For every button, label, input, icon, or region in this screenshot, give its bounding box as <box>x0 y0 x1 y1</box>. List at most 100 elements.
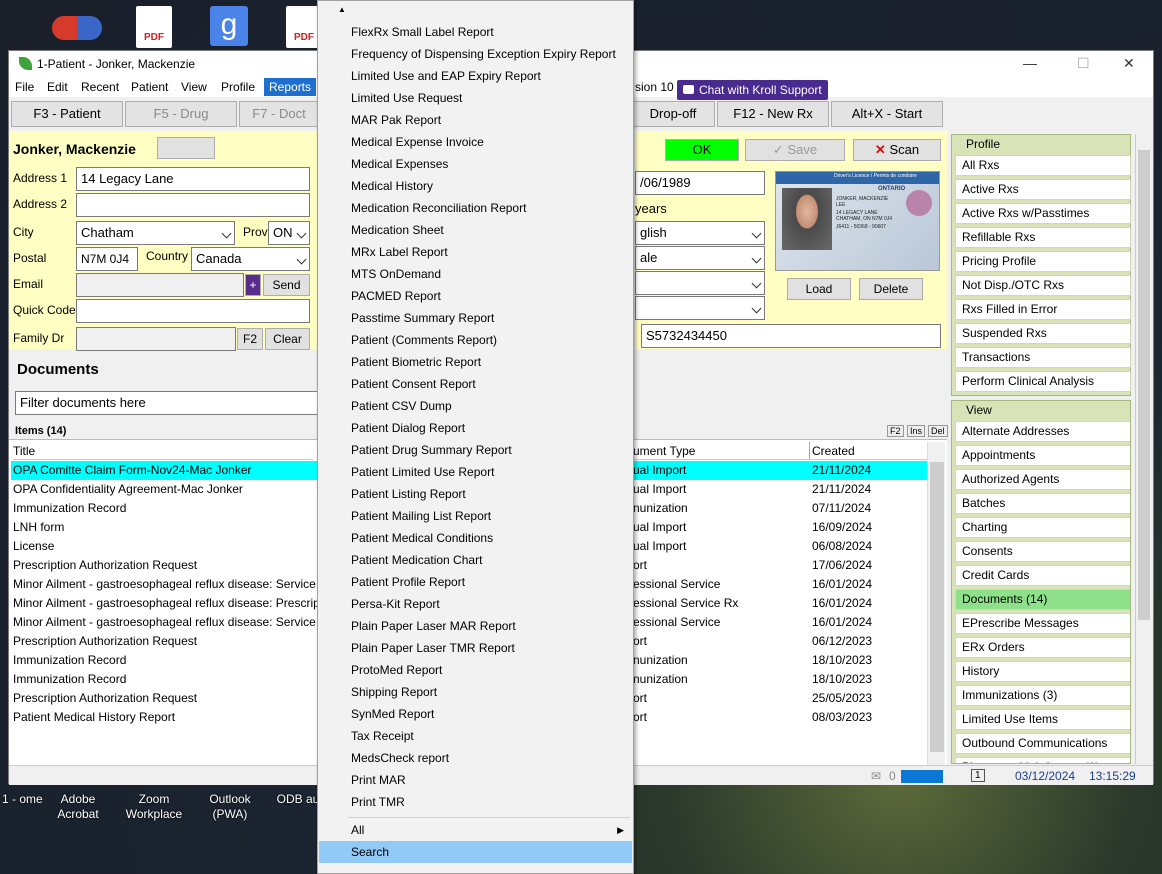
save-button[interactable]: ✓ Save <box>745 139 845 161</box>
delete-button[interactable]: Delete <box>859 278 923 300</box>
health-card-field[interactable]: S5732434450 <box>641 324 941 348</box>
menu-view[interactable]: View <box>181 80 207 94</box>
menu-item-report[interactable]: Patient CSV Dump <box>319 395 632 417</box>
profile-panel-item[interactable]: Active Rxs <box>955 179 1131 200</box>
column-created[interactable]: Created <box>809 442 927 460</box>
menu-item-report[interactable]: Print TMR <box>319 791 632 813</box>
load-button[interactable]: Load <box>787 278 851 300</box>
menu-scroll-up-icon[interactable]: ▲ <box>338 5 346 14</box>
desktop-icon-adobe-acrobat[interactable]: Adobe Acrobat <box>46 792 110 822</box>
address2-field[interactable] <box>76 193 310 217</box>
right-panel-scrollbar[interactable] <box>1135 134 1151 764</box>
profile-panel-item[interactable]: Transactions <box>955 347 1131 368</box>
profile-panel-item[interactable]: Pricing Profile <box>955 251 1131 272</box>
view-panel-item[interactable]: Alternate Addresses <box>955 421 1130 442</box>
view-panel-item[interactable]: ERx Orders <box>955 637 1130 658</box>
menu-item-report[interactable]: Patient Limited Use Report <box>319 461 632 483</box>
ok-button[interactable]: OK <box>665 139 739 161</box>
menu-item-all[interactable]: All ▶ <box>319 819 632 841</box>
filter-documents-input[interactable]: Filter documents here <box>15 391 319 415</box>
menu-item-report[interactable]: Patient Medication Chart <box>319 549 632 571</box>
field-select-3[interactable] <box>635 271 765 295</box>
menu-item-report[interactable]: Medical Expense Invoice <box>319 131 632 153</box>
mini-del-button[interactable]: Del <box>928 425 948 437</box>
menu-item-report[interactable]: MRx Label Report <box>319 241 632 263</box>
profile-panel-item[interactable]: Active Rxs w/Passtimes <box>955 203 1131 224</box>
prov-select[interactable]: ON <box>268 221 310 245</box>
menu-item-report[interactable]: Frequency of Dispensing Exception Expiry… <box>319 43 632 65</box>
view-panel-item[interactable]: History <box>955 661 1130 682</box>
menu-item-report[interactable]: Patient (Comments Report) <box>319 329 632 351</box>
profile-panel-item[interactable]: Not Disp./OTC Rxs <box>955 275 1131 296</box>
scan-button[interactable]: ✕ Scan <box>853 139 941 161</box>
minimize-icon[interactable]: — <box>1023 55 1037 71</box>
menu-item-report[interactable]: Patient Medical Conditions <box>319 527 632 549</box>
view-panel-item[interactable]: Credit Cards <box>955 565 1130 586</box>
menu-item-report[interactable]: Patient Dialog Report <box>319 417 632 439</box>
menu-item-search[interactable]: Search <box>319 841 632 863</box>
country-select[interactable]: Canada <box>191 247 310 271</box>
chat-support-button[interactable]: Chat with Kroll Support <box>677 80 828 100</box>
desktop-icon-outlook[interactable]: Outlook (PWA) <box>198 792 262 822</box>
menu-item-report[interactable]: MTS OnDemand <box>319 263 632 285</box>
view-panel-item[interactable]: Batches <box>955 493 1130 514</box>
menu-item-report[interactable]: Limited Use and EAP Expiry Report <box>319 65 632 87</box>
menu-item-report[interactable]: Medication Reconciliation Report <box>319 197 632 219</box>
column-title[interactable]: Title <box>13 442 313 460</box>
menu-item-report[interactable]: ProtoMed Report <box>319 659 632 681</box>
menu-item-report[interactable]: Patient Mailing List Report <box>319 505 632 527</box>
city-select[interactable]: Chatham <box>76 221 235 245</box>
view-panel-item[interactable]: Outbound Communications <box>955 733 1130 754</box>
view-panel-item[interactable]: Consents <box>955 541 1130 562</box>
menu-item-report[interactable]: Plain Paper Laser TMR Report <box>319 637 632 659</box>
menu-item-report[interactable]: Shipping Report <box>319 681 632 703</box>
menu-item-report[interactable]: Patient Profile Report <box>319 571 632 593</box>
profile-panel-item[interactable]: Refillable Rxs <box>955 227 1131 248</box>
menu-item-report[interactable]: PACMED Report <box>319 285 632 307</box>
column-type[interactable]: ument Type <box>633 442 809 460</box>
address1-field[interactable]: 14 Legacy Lane <box>76 167 310 191</box>
menu-file[interactable]: File <box>15 80 34 94</box>
drop-off-button[interactable]: Drop-off <box>631 101 715 127</box>
desktop-icon-zoom[interactable]: Zoom Workplace <box>122 792 186 822</box>
f3-patient-button[interactable]: F3 - Patient <box>11 101 123 127</box>
menu-item-report[interactable]: Patient Biometric Report <box>319 351 632 373</box>
desktop-icon-home[interactable]: on 1 - ome <box>0 792 46 807</box>
clear-button[interactable]: Clear <box>265 328 310 350</box>
postal-field[interactable]: N7M 0J4 <box>76 247 138 271</box>
family-dr-field[interactable] <box>76 327 236 351</box>
menu-item-report[interactable]: Medication Sheet <box>319 219 632 241</box>
menu-item-report[interactable]: Patient Listing Report <box>319 483 632 505</box>
view-panel-item[interactable]: Immunizations (3) <box>955 685 1130 706</box>
menu-profile[interactable]: Profile <box>221 80 255 94</box>
desktop-pill-icon[interactable] <box>52 16 102 40</box>
menu-reports[interactable]: Reports <box>264 78 317 96</box>
language-select[interactable]: glish <box>635 221 765 245</box>
mini-ins-button[interactable]: Ins <box>907 425 926 437</box>
f2-button[interactable]: F2 <box>237 328 263 350</box>
sex-select[interactable]: ale <box>635 246 765 270</box>
menu-patient[interactable]: Patient <box>131 80 168 94</box>
menu-item-report[interactable]: Limited Use Request <box>319 87 632 109</box>
email-field[interactable] <box>76 273 244 297</box>
menu-item-report[interactable]: MAR Pak Report <box>319 109 632 131</box>
f12-new-rx-button[interactable]: F12 - New Rx <box>717 101 829 127</box>
menu-edit[interactable]: Edit <box>47 80 68 94</box>
f7-doctor-button[interactable]: F7 - Doct <box>239 101 319 127</box>
view-panel-item[interactable]: Limited Use Items <box>955 709 1130 730</box>
profile-panel-item[interactable]: Suspended Rxs <box>955 323 1131 344</box>
alt-x-start-button[interactable]: Alt+X - Start <box>831 101 943 127</box>
menu-item-report[interactable]: Medical History <box>319 175 632 197</box>
profile-panel-item[interactable]: Rxs Filled in Error <box>955 299 1131 320</box>
menu-recent[interactable]: Recent <box>81 80 119 94</box>
f5-drug-button[interactable]: F5 - Drug <box>125 101 237 127</box>
email-plus-button[interactable]: + <box>245 274 261 296</box>
menu-item-report[interactable]: Print MAR <box>319 769 632 791</box>
mini-f2-button[interactable]: F2 <box>887 425 904 437</box>
documents-scrollbar[interactable] <box>927 442 945 766</box>
menu-item-report[interactable]: Tax Receipt <box>319 725 632 747</box>
field-select-4[interactable] <box>635 296 765 320</box>
profile-panel-item[interactable]: All Rxs <box>955 155 1131 176</box>
dob-field[interactable]: /06/1989 <box>635 171 765 195</box>
quick-code-field[interactable] <box>76 299 310 323</box>
